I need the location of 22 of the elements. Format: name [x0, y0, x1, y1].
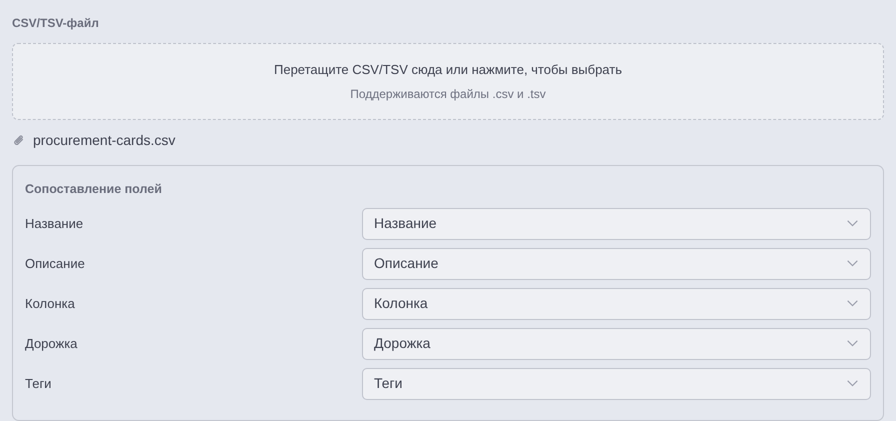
dropdown-field[interactable]: Описание — [362, 248, 871, 280]
chevron-down-icon — [847, 340, 858, 348]
file-dropzone[interactable]: Перетащите CSV/TSV сюда или нажмите, чтобы выбрать Поддерживаются файлы .csv и .tsv — [12, 43, 884, 120]
dropzone-prompt: Перетащите CSV/TSV сюда или нажмите, чтобы выбрать — [274, 60, 622, 79]
field-label: Дорожка — [25, 334, 78, 353]
chevron-down-icon — [847, 220, 858, 228]
dropzone-hint: Поддерживаются файлы .csv и .tsv — [350, 86, 546, 104]
paperclip-icon — [13, 134, 25, 147]
dropdown-field[interactable]: Теги — [362, 368, 871, 400]
section-title: CSV/TSV-файл — [12, 15, 100, 32]
field-label: Название — [25, 214, 84, 233]
chevron-down-icon — [847, 260, 858, 268]
dropdown-field[interactable]: Название — [362, 208, 871, 240]
field-label: Теги — [25, 374, 52, 393]
field-label: Описание — [25, 254, 86, 273]
chevron-down-icon — [847, 380, 858, 388]
dropdown-field[interactable]: Колонка — [362, 288, 871, 320]
chevron-down-icon — [847, 300, 858, 308]
field-label: Колонка — [25, 294, 76, 313]
dropdown-field[interactable]: Дорожка — [362, 328, 871, 360]
panel-title: Сопоставление полей — [25, 181, 163, 198]
file-name: procurement-cards.csv — [33, 131, 176, 150]
